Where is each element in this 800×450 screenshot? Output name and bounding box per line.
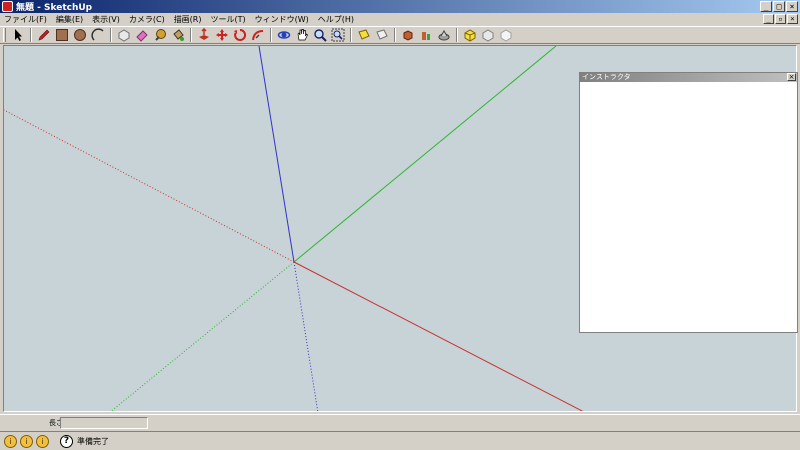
sketchup-window: 無題 - SketchUp _ □ × ファイル(F) 編集(E) 表示(V) … xyxy=(0,0,800,450)
doc-minimize-button[interactable]: _ xyxy=(763,14,774,24)
share-model-icon[interactable] xyxy=(435,27,452,43)
make-component-icon[interactable] xyxy=(115,27,132,43)
orbit-icon[interactable] xyxy=(275,27,292,43)
instructor-close-button[interactable]: × xyxy=(787,73,796,81)
follow-me-icon[interactable] xyxy=(249,27,266,43)
previous-view-icon[interactable] xyxy=(355,27,372,43)
maximize-button[interactable]: □ xyxy=(773,1,785,12)
get-models-icon[interactable] xyxy=(417,27,434,43)
red-axis-negative xyxy=(4,109,295,263)
pan-hand-icon[interactable] xyxy=(293,27,310,43)
red-axis-positive xyxy=(293,261,584,411)
instructor-title-bar[interactable]: インストラクタ × xyxy=(580,73,797,82)
toolbar-grip[interactable] xyxy=(3,28,6,42)
instructor-title: インストラクタ xyxy=(582,73,631,81)
user-icon[interactable]: i xyxy=(36,434,49,448)
sketchup-app-icon[interactable] xyxy=(2,1,13,12)
instructor-panel: インストラクタ × xyxy=(579,72,798,333)
status-bar: i i i ? 準備完了 xyxy=(0,431,800,450)
blue-axis-positive xyxy=(258,46,295,263)
doc-restore-button[interactable]: ▫ xyxy=(775,14,786,24)
help-icon[interactable]: ? xyxy=(60,434,73,448)
select-tool-icon[interactable] xyxy=(9,27,26,43)
green-axis-positive xyxy=(293,46,557,263)
doc-close-button[interactable]: × xyxy=(787,14,798,24)
menu-camera[interactable]: カメラ(C) xyxy=(129,14,165,25)
next-view-icon[interactable] xyxy=(373,27,390,43)
measurements-input[interactable] xyxy=(60,417,148,429)
menu-view[interactable]: 表示(V) xyxy=(92,14,120,25)
zoom-extents-icon[interactable] xyxy=(329,27,346,43)
menu-draw[interactable]: 描画(R) xyxy=(174,14,202,25)
title-bar: 無題 - SketchUp _ □ × xyxy=(0,0,800,13)
top-view-icon[interactable] xyxy=(479,27,496,43)
menu-edit[interactable]: 編集(E) xyxy=(56,14,83,25)
push-pull-icon[interactable] xyxy=(195,27,212,43)
iso-view-icon[interactable] xyxy=(461,27,478,43)
eraser-icon[interactable] xyxy=(133,27,150,43)
minimize-button[interactable]: _ xyxy=(760,1,772,12)
measurements-bar: 長さ xyxy=(0,414,800,430)
paint-bucket-icon[interactable] xyxy=(169,27,186,43)
menu-window[interactable]: ウィンドウ(W) xyxy=(255,14,309,25)
front-view-icon[interactable] xyxy=(497,27,514,43)
menu-file[interactable]: ファイル(F) xyxy=(4,14,47,25)
toolbar xyxy=(0,26,800,44)
3d-warehouse-icon[interactable] xyxy=(399,27,416,43)
geo-location-icon[interactable]: i xyxy=(4,434,17,448)
rectangle-icon[interactable] xyxy=(53,27,70,43)
pencil-icon[interactable] xyxy=(35,27,52,43)
credits-icon[interactable]: i xyxy=(20,434,33,448)
status-text: 準備完了 xyxy=(77,436,109,446)
tape-measure-icon[interactable] xyxy=(151,27,168,43)
window-title: 無題 - SketchUp xyxy=(16,3,93,13)
menu-tools[interactable]: ツール(T) xyxy=(211,14,246,25)
close-button[interactable]: × xyxy=(786,1,798,12)
menu-bar: ファイル(F) 編集(E) 表示(V) カメラ(C) 描画(R) ツール(T) … xyxy=(0,13,800,26)
rotate-icon[interactable] xyxy=(231,27,248,43)
circle-icon[interactable] xyxy=(71,27,88,43)
green-axis-negative xyxy=(110,261,295,411)
arc-icon[interactable] xyxy=(89,27,106,43)
menu-help[interactable]: ヘルプ(H) xyxy=(318,14,354,25)
zoom-icon[interactable] xyxy=(311,27,328,43)
move-icon[interactable] xyxy=(213,27,230,43)
blue-axis-negative xyxy=(293,261,319,411)
